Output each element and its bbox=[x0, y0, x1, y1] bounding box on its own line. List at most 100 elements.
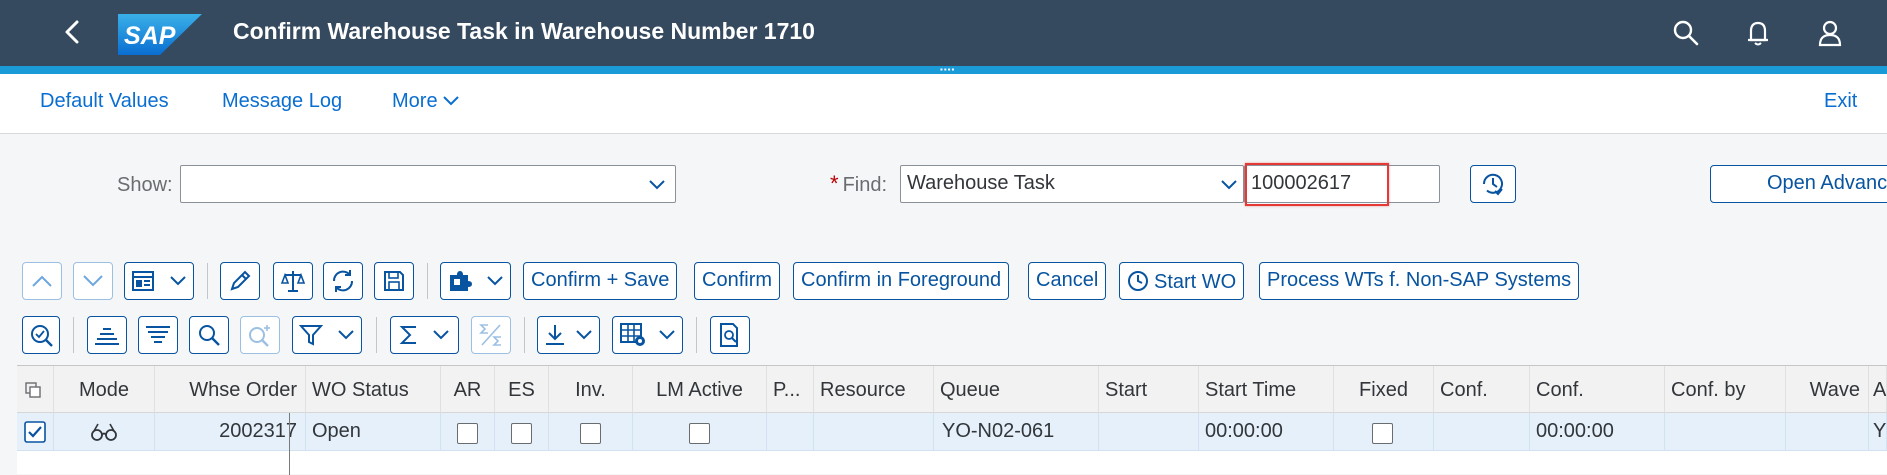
sap-logo[interactable]: SAP bbox=[118, 14, 202, 55]
open-advanced-button[interactable]: Open Advanc bbox=[1710, 165, 1887, 203]
cell-act: YN bbox=[1869, 413, 1887, 451]
cell-whse-order: 2002317 bbox=[155, 413, 306, 451]
cell-resource bbox=[814, 413, 934, 451]
cell-mode[interactable] bbox=[54, 413, 155, 451]
balance-button[interactable] bbox=[273, 262, 313, 300]
start-wo-button[interactable]: Start WO bbox=[1119, 262, 1245, 300]
find-type-value: Warehouse Task bbox=[907, 172, 1055, 194]
history-button[interactable] bbox=[1470, 165, 1516, 203]
lm-active-checkbox[interactable] bbox=[689, 423, 710, 444]
show-label: Show: bbox=[117, 174, 173, 196]
refresh-icon bbox=[332, 270, 354, 292]
confirm-foreground-button[interactable]: Confirm in Foreground bbox=[793, 262, 1010, 300]
bell-icon[interactable] bbox=[1743, 18, 1773, 48]
fixed-checkbox[interactable] bbox=[1372, 423, 1393, 444]
sigma-icon bbox=[399, 326, 416, 344]
chevron-down-icon bbox=[659, 330, 675, 340]
highlight-box bbox=[1245, 163, 1389, 206]
edit-button[interactable] bbox=[220, 262, 260, 300]
search-icon[interactable] bbox=[1671, 18, 1701, 48]
confirm-button[interactable]: Confirm bbox=[694, 262, 781, 300]
select-all-icon bbox=[25, 382, 41, 398]
app-menubar: Default Values Message Log More Exit bbox=[0, 74, 1887, 134]
toolbar-separator bbox=[376, 317, 377, 353]
chevron-down-icon bbox=[442, 96, 459, 106]
start-wo-label: Start WO bbox=[1154, 271, 1237, 293]
col-queue[interactable]: Queue bbox=[934, 366, 1099, 413]
col-act[interactable]: Act bbox=[1869, 366, 1887, 413]
col-ar[interactable]: AR bbox=[441, 366, 495, 413]
ar-checkbox[interactable] bbox=[457, 423, 478, 444]
chevron-down-icon bbox=[433, 330, 449, 340]
find-label: Find: bbox=[842, 174, 888, 196]
search-icon bbox=[199, 325, 220, 346]
find-next-button[interactable] bbox=[240, 316, 280, 354]
cell-conf-1 bbox=[1434, 413, 1530, 451]
cancel-button[interactable]: Cancel bbox=[1028, 262, 1107, 300]
es-checkbox[interactable] bbox=[511, 423, 532, 444]
col-lm-active[interactable]: LM Active bbox=[633, 366, 767, 413]
search-plus-icon bbox=[249, 325, 270, 347]
chevron-up-icon bbox=[32, 275, 52, 287]
required-marker: * bbox=[830, 171, 839, 196]
user-icon[interactable] bbox=[1815, 18, 1845, 48]
warehouse-order-table: Mode Whse Order WO Status AR ES Inv. LM … bbox=[17, 365, 1887, 475]
layout-icon bbox=[132, 271, 154, 291]
subtotal-button[interactable] bbox=[471, 316, 511, 354]
toolbar-separator bbox=[696, 317, 697, 353]
col-wo-status[interactable]: WO Status bbox=[306, 366, 441, 413]
sort-ascending-button[interactable] bbox=[87, 316, 127, 354]
toolbar-separator bbox=[524, 317, 525, 353]
fixed-column-divider[interactable] bbox=[289, 413, 290, 475]
col-es[interactable]: ES bbox=[495, 366, 549, 413]
confirm-save-button[interactable]: Confirm + Save bbox=[523, 262, 678, 300]
show-select[interactable] bbox=[180, 165, 676, 203]
col-conf-2[interactable]: Conf. bbox=[1530, 366, 1665, 413]
col-inv[interactable]: Inv. bbox=[549, 366, 633, 413]
col-wave[interactable]: Wave bbox=[1786, 366, 1869, 413]
menu-exit[interactable]: Exit bbox=[1824, 90, 1857, 113]
chevron-down-icon bbox=[170, 276, 186, 286]
find-type-select[interactable]: Warehouse Task bbox=[900, 165, 1244, 203]
refresh-button[interactable] bbox=[323, 262, 363, 300]
find-button[interactable] bbox=[189, 316, 229, 354]
col-p[interactable]: P... bbox=[767, 366, 814, 413]
col-conf-1[interactable]: Conf. bbox=[1434, 366, 1530, 413]
detail-view-button[interactable] bbox=[22, 316, 60, 354]
process-menu-button[interactable] bbox=[440, 262, 511, 300]
chevron-down-icon bbox=[338, 330, 354, 340]
total-menu-button[interactable] bbox=[390, 316, 459, 354]
col-whse-order[interactable]: Whse Order bbox=[155, 366, 306, 413]
menu-more[interactable]: More bbox=[392, 90, 460, 113]
checkbox-checked-icon bbox=[24, 421, 46, 443]
download-icon bbox=[546, 325, 564, 345]
move-down-button[interactable] bbox=[73, 262, 113, 300]
col-start-time[interactable]: Start Time bbox=[1199, 366, 1334, 413]
back-icon[interactable] bbox=[58, 17, 88, 47]
select-all-header[interactable] bbox=[17, 366, 54, 413]
col-mode[interactable]: Mode bbox=[54, 366, 155, 413]
col-conf-by[interactable]: Conf. by bbox=[1665, 366, 1786, 413]
collapse-handle[interactable]: ▪▪▪▪ bbox=[940, 66, 955, 74]
menu-message-log[interactable]: Message Log bbox=[222, 90, 342, 113]
col-start[interactable]: Start bbox=[1099, 366, 1199, 413]
export-menu-button[interactable] bbox=[537, 316, 600, 354]
inv-checkbox[interactable] bbox=[580, 423, 601, 444]
table-settings-menu-button[interactable] bbox=[612, 316, 683, 354]
clock-icon bbox=[1128, 271, 1148, 291]
sap-logo-text: SAP bbox=[124, 22, 176, 50]
page-title: Confirm Warehouse Task in Warehouse Numb… bbox=[233, 18, 815, 44]
menu-default-values[interactable]: Default Values bbox=[40, 90, 169, 113]
sort-descending-button[interactable] bbox=[138, 316, 178, 354]
layout-menu-button[interactable] bbox=[124, 262, 194, 300]
filter-menu-button[interactable] bbox=[292, 316, 362, 354]
col-fixed[interactable]: Fixed bbox=[1334, 366, 1434, 413]
chevron-down-icon bbox=[576, 330, 592, 340]
row-selector[interactable] bbox=[17, 413, 54, 451]
save-button[interactable] bbox=[374, 262, 414, 300]
process-wts-button[interactable]: Process WTs f. Non-SAP Systems bbox=[1259, 262, 1580, 300]
move-up-button[interactable] bbox=[22, 262, 62, 300]
sort-ascending-icon bbox=[95, 328, 119, 345]
col-resource[interactable]: Resource bbox=[814, 366, 934, 413]
print-preview-button[interactable] bbox=[710, 316, 750, 354]
